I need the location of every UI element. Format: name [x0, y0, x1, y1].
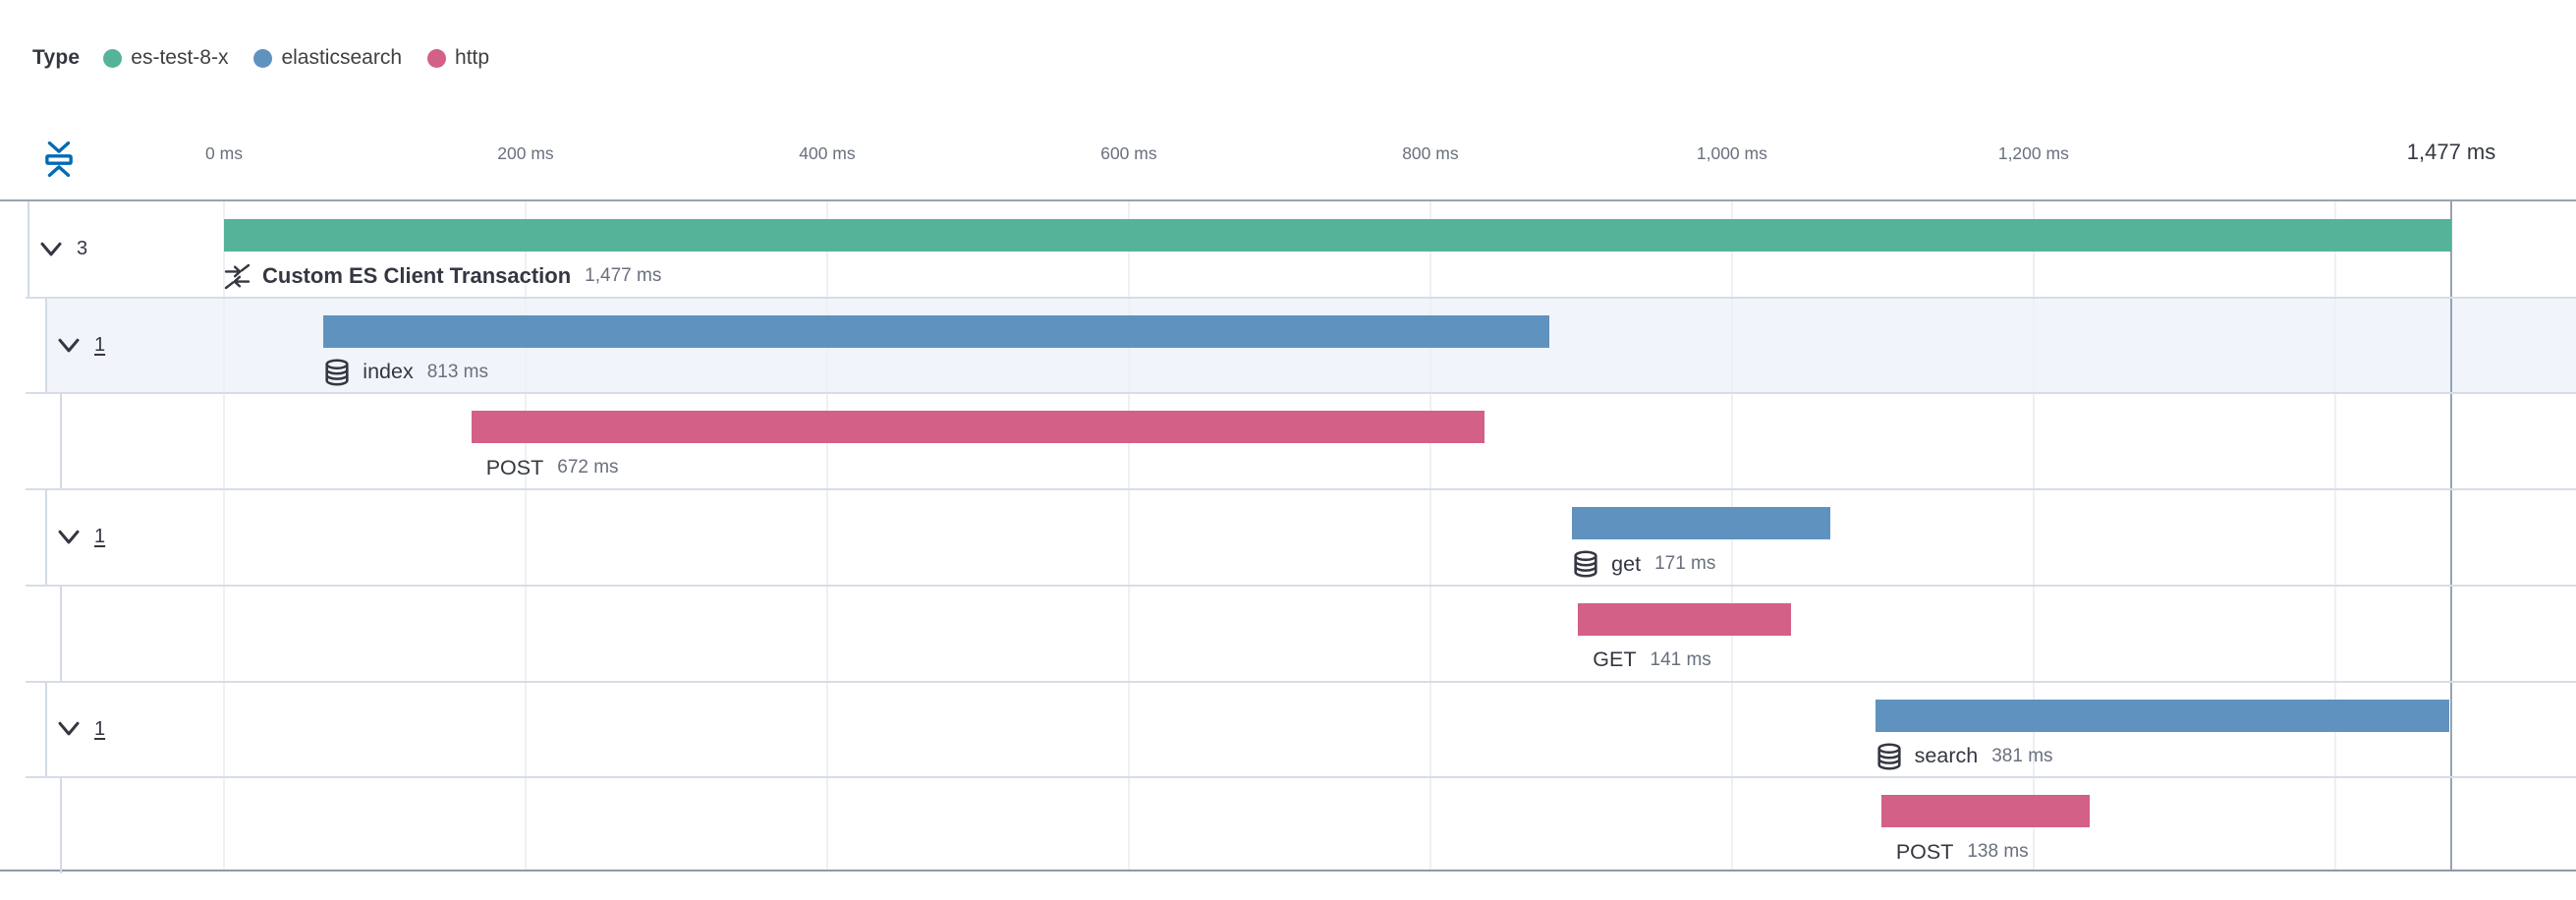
- database-icon: [323, 359, 351, 386]
- child-count-link[interactable]: 1: [94, 718, 105, 741]
- accordion-indent-border: [45, 682, 47, 778]
- span-duration-label: 381 ms: [1991, 746, 2052, 767]
- accordion-toggle-button[interactable]: 1: [49, 298, 105, 394]
- axis-tick-label: 0 ms: [205, 143, 243, 164]
- span-name: POST: [1896, 840, 1954, 865]
- span-duration-label: 672 ms: [557, 457, 618, 478]
- accordion-toggle-button[interactable]: 3: [31, 201, 87, 298]
- span-name: index: [363, 360, 413, 384]
- accordion-toggle-button[interactable]: 1: [49, 489, 105, 586]
- waterfall-row-get: 1 get 171 ms: [0, 489, 2576, 586]
- span-duration-bar[interactable]: [472, 411, 1484, 443]
- span-label[interactable]: GET 141 ms: [1578, 644, 1711, 677]
- axis-tick-label: 400 ms: [799, 143, 855, 164]
- chevron-down-icon: [56, 333, 82, 359]
- span-duration-bar[interactable]: [1876, 700, 2450, 732]
- database-icon-wrap: [323, 359, 351, 386]
- accordion-indent-border: [45, 489, 47, 586]
- apm-waterfall-view: Type es-test-8-xelasticsearchhttp 0 ms20…: [0, 0, 2576, 900]
- span-name: GET: [1593, 647, 1636, 672]
- span-duration-label: 138 ms: [1967, 841, 2028, 863]
- waterfall-row-index: 1 index 813 ms: [0, 298, 2576, 394]
- span-duration-label: 171 ms: [1654, 553, 1715, 575]
- axis-tick-label: 1,000 ms: [1697, 143, 1767, 164]
- merge-icon: [224, 263, 251, 290]
- chevron-down-icon: [38, 237, 64, 262]
- span-duration-bar[interactable]: [1881, 795, 2090, 827]
- span-name: search: [1915, 744, 1979, 768]
- span-label[interactable]: get 171 ms: [1572, 547, 1715, 581]
- chevron-down-icon: [56, 716, 82, 742]
- span-duration-bar[interactable]: [1578, 603, 1790, 636]
- trace-total-duration-label: 1,477 ms: [2407, 140, 2496, 165]
- waterfall-row-custom-es-client-transaction: 3 Custom ES Client Transaction 1,477 ms: [0, 201, 2576, 298]
- span-duration-label: 141 ms: [1651, 649, 1711, 671]
- accordion-toggle-button[interactable]: 1: [49, 682, 105, 778]
- accordion-indent-border: [60, 777, 62, 873]
- axis-tick-label: 1,200 ms: [1998, 143, 2069, 164]
- span-label[interactable]: POST 138 ms: [1881, 835, 2029, 869]
- span-duration-label: 813 ms: [427, 362, 488, 383]
- database-icon: [1876, 743, 1903, 770]
- span-duration-bar[interactable]: [1572, 507, 1829, 539]
- database-icon-wrap: [1572, 550, 1599, 578]
- span-label[interactable]: search 381 ms: [1876, 740, 2053, 773]
- span-name: get: [1611, 552, 1641, 577]
- transaction-name: Custom ES Client Transaction: [262, 263, 571, 289]
- merge-icon-wrap: [224, 263, 251, 290]
- database-icon-wrap: [1876, 743, 1903, 770]
- transaction-label[interactable]: Custom ES Client Transaction 1,477 ms: [224, 259, 661, 293]
- child-count-link[interactable]: 1: [94, 334, 105, 357]
- child-count-label: 3: [77, 238, 87, 260]
- axis-tick-label: 200 ms: [497, 143, 553, 164]
- span-duration-bar[interactable]: [323, 315, 1549, 348]
- waterfall-row-get: GET 141 ms: [0, 586, 2576, 682]
- accordion-indent-border: [60, 586, 62, 682]
- child-count-link[interactable]: 1: [94, 526, 105, 548]
- waterfall-chart: 3 Custom ES Client Transaction 1,477 ms 1 in…: [0, 199, 2576, 872]
- span-label[interactable]: index 813 ms: [323, 356, 488, 389]
- transaction-duration-label: 1,477 ms: [585, 265, 661, 287]
- accordion-indent-border: [28, 201, 29, 298]
- database-icon: [1572, 550, 1599, 578]
- waterfall-row-search: 1 search 381 ms: [0, 682, 2576, 778]
- chevron-down-icon: [56, 525, 82, 550]
- transaction-duration-bar[interactable]: [224, 219, 2451, 252]
- waterfall-row-post: POST 672 ms: [0, 393, 2576, 489]
- accordion-indent-border: [45, 298, 47, 394]
- waterfall-row-post: POST 138 ms: [0, 777, 2576, 873]
- axis-tick-label: 600 ms: [1100, 143, 1156, 164]
- timeline-axis: 0 ms 200 ms 400 ms 600 ms 800 ms 1,000 ms 1,20…: [0, 0, 2576, 199]
- span-name: POST: [486, 456, 544, 480]
- axis-tick-label: 800 ms: [1402, 143, 1458, 164]
- span-label[interactable]: POST 672 ms: [472, 451, 619, 484]
- accordion-indent-border: [60, 393, 62, 489]
